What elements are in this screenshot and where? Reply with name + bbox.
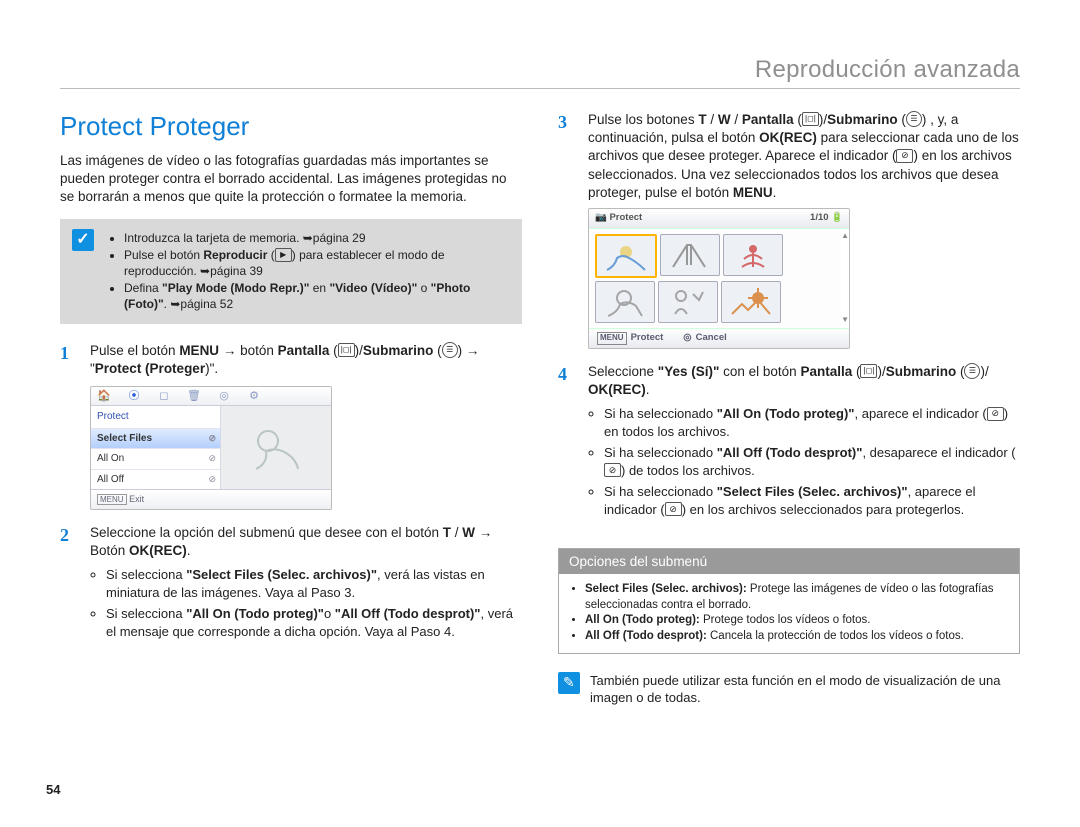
step-2-sub: Si selecciona "Select Files (Selec. arch… <box>106 566 522 601</box>
feature-title: Protect Proteger <box>60 111 522 142</box>
thumbnail <box>595 281 655 323</box>
thumbnail <box>658 281 718 323</box>
check-icon <box>72 229 94 251</box>
step-2-text: Seleccione la opción del submenú que des… <box>90 525 492 558</box>
step-4-sub: Si ha seleccionado "All Off (Todo despro… <box>604 444 1020 479</box>
step-2: 2 Seleccione la opción del submenú que d… <box>60 524 522 641</box>
step-2-sub: Si selecciona "All On (Todo proteg)"o "A… <box>106 605 522 640</box>
thumbnail <box>660 234 720 276</box>
step-4-sub: Si ha seleccionado "Select Files (Selec.… <box>604 483 1020 518</box>
submenu-options-box: Opciones del submenú Select Files (Selec… <box>558 548 1020 653</box>
grid-title: Protect <box>609 212 642 223</box>
intro-text: Las imágenes de vídeo o las fotografías … <box>60 152 522 207</box>
tab-icon: ◎ <box>217 390 231 402</box>
tab-icon: 🏠 <box>97 390 111 402</box>
menu-option: Select Files⊘ <box>91 428 220 449</box>
step-4-sub: Si ha seleccionado "All On (Todo proteg)… <box>604 405 1020 440</box>
tab-icon: 🗑 <box>187 390 201 402</box>
prereq-item: Defina "Play Mode (Modo Repr.)" en "Vide… <box>124 280 508 312</box>
page: Reproducción avanzada Protect Proteger L… <box>0 0 1080 827</box>
section-header: Reproducción avanzada <box>60 56 1020 89</box>
step-4: 4 Seleccione "Yes (Sí)" con el botón Pan… <box>558 363 1020 519</box>
step-number: 2 <box>60 523 69 547</box>
grid-action-cancel: ◎ Cancel <box>683 332 726 345</box>
menu-screenshot: 🏠 ⦿ ◻ 🗑 ◎ ⚙ Protect Select Files⊘ All O <box>90 386 332 510</box>
step-3-text: Pulse los botones T / W / Pantalla (|◻|)… <box>588 112 1019 200</box>
preview-pane <box>221 406 331 489</box>
step-3: 3 Pulse los botones T / W / Pantalla (|◻… <box>558 111 1020 349</box>
tab-icon: ⦿ <box>127 390 141 402</box>
right-column: 3 Pulse los botones T / W / Pantalla (|◻… <box>558 111 1020 707</box>
menu-footer: MENU Exit <box>91 489 331 509</box>
note: También puede utilizar esta función en e… <box>558 672 1020 707</box>
note-text: También puede utilizar esta función en e… <box>590 672 1020 707</box>
step-4-text: Seleccione "Yes (Sí)" con el botón Panta… <box>588 364 989 397</box>
grid-action-protect: MENU Protect <box>597 332 663 345</box>
tab-icon: ⚙ <box>247 390 261 402</box>
submenu-options-title: Opciones del submenú <box>559 549 1019 574</box>
thumbnail <box>721 281 781 323</box>
left-column: Protect Proteger Las imágenes de vídeo o… <box>60 111 522 707</box>
menu-title: Protect <box>91 406 220 428</box>
tab-icon: ◻ <box>157 390 171 402</box>
step-number: 1 <box>60 341 69 365</box>
prereq-item: Pulse el botón Reproducir (▶) para estab… <box>124 247 508 279</box>
step-number: 4 <box>558 362 567 386</box>
step-1-text: Pulse el botón MENU → botón Pantalla (|◻… <box>90 343 479 376</box>
menu-option: All On⊘ <box>91 448 220 469</box>
prereq-box: Introduzca la tarjeta de memoria. ➥págin… <box>60 219 522 324</box>
submenu-option: All On (Todo proteg): Protege todos los … <box>585 613 1007 629</box>
menu-option: All Off⊘ <box>91 469 220 490</box>
grid-count: 1/10 <box>810 212 829 223</box>
submenu-option: Select Files (Selec. archivos): Protege … <box>585 582 1007 613</box>
note-icon <box>558 672 580 694</box>
submenu-option: All Off (Todo desprot): Cancela la prote… <box>585 629 1007 645</box>
thumbnail <box>723 234 783 276</box>
page-number: 54 <box>46 782 60 797</box>
thumbnail <box>595 234 657 278</box>
prereq-item: Introduzca la tarjeta de memoria. ➥págin… <box>124 230 508 246</box>
thumbnail-grid-screenshot: 📷 Protect 1/10 🔋 <box>588 208 850 349</box>
step-number: 3 <box>558 110 567 134</box>
step-1: 1 Pulse el botón MENU → botón Pantalla (… <box>60 342 522 510</box>
